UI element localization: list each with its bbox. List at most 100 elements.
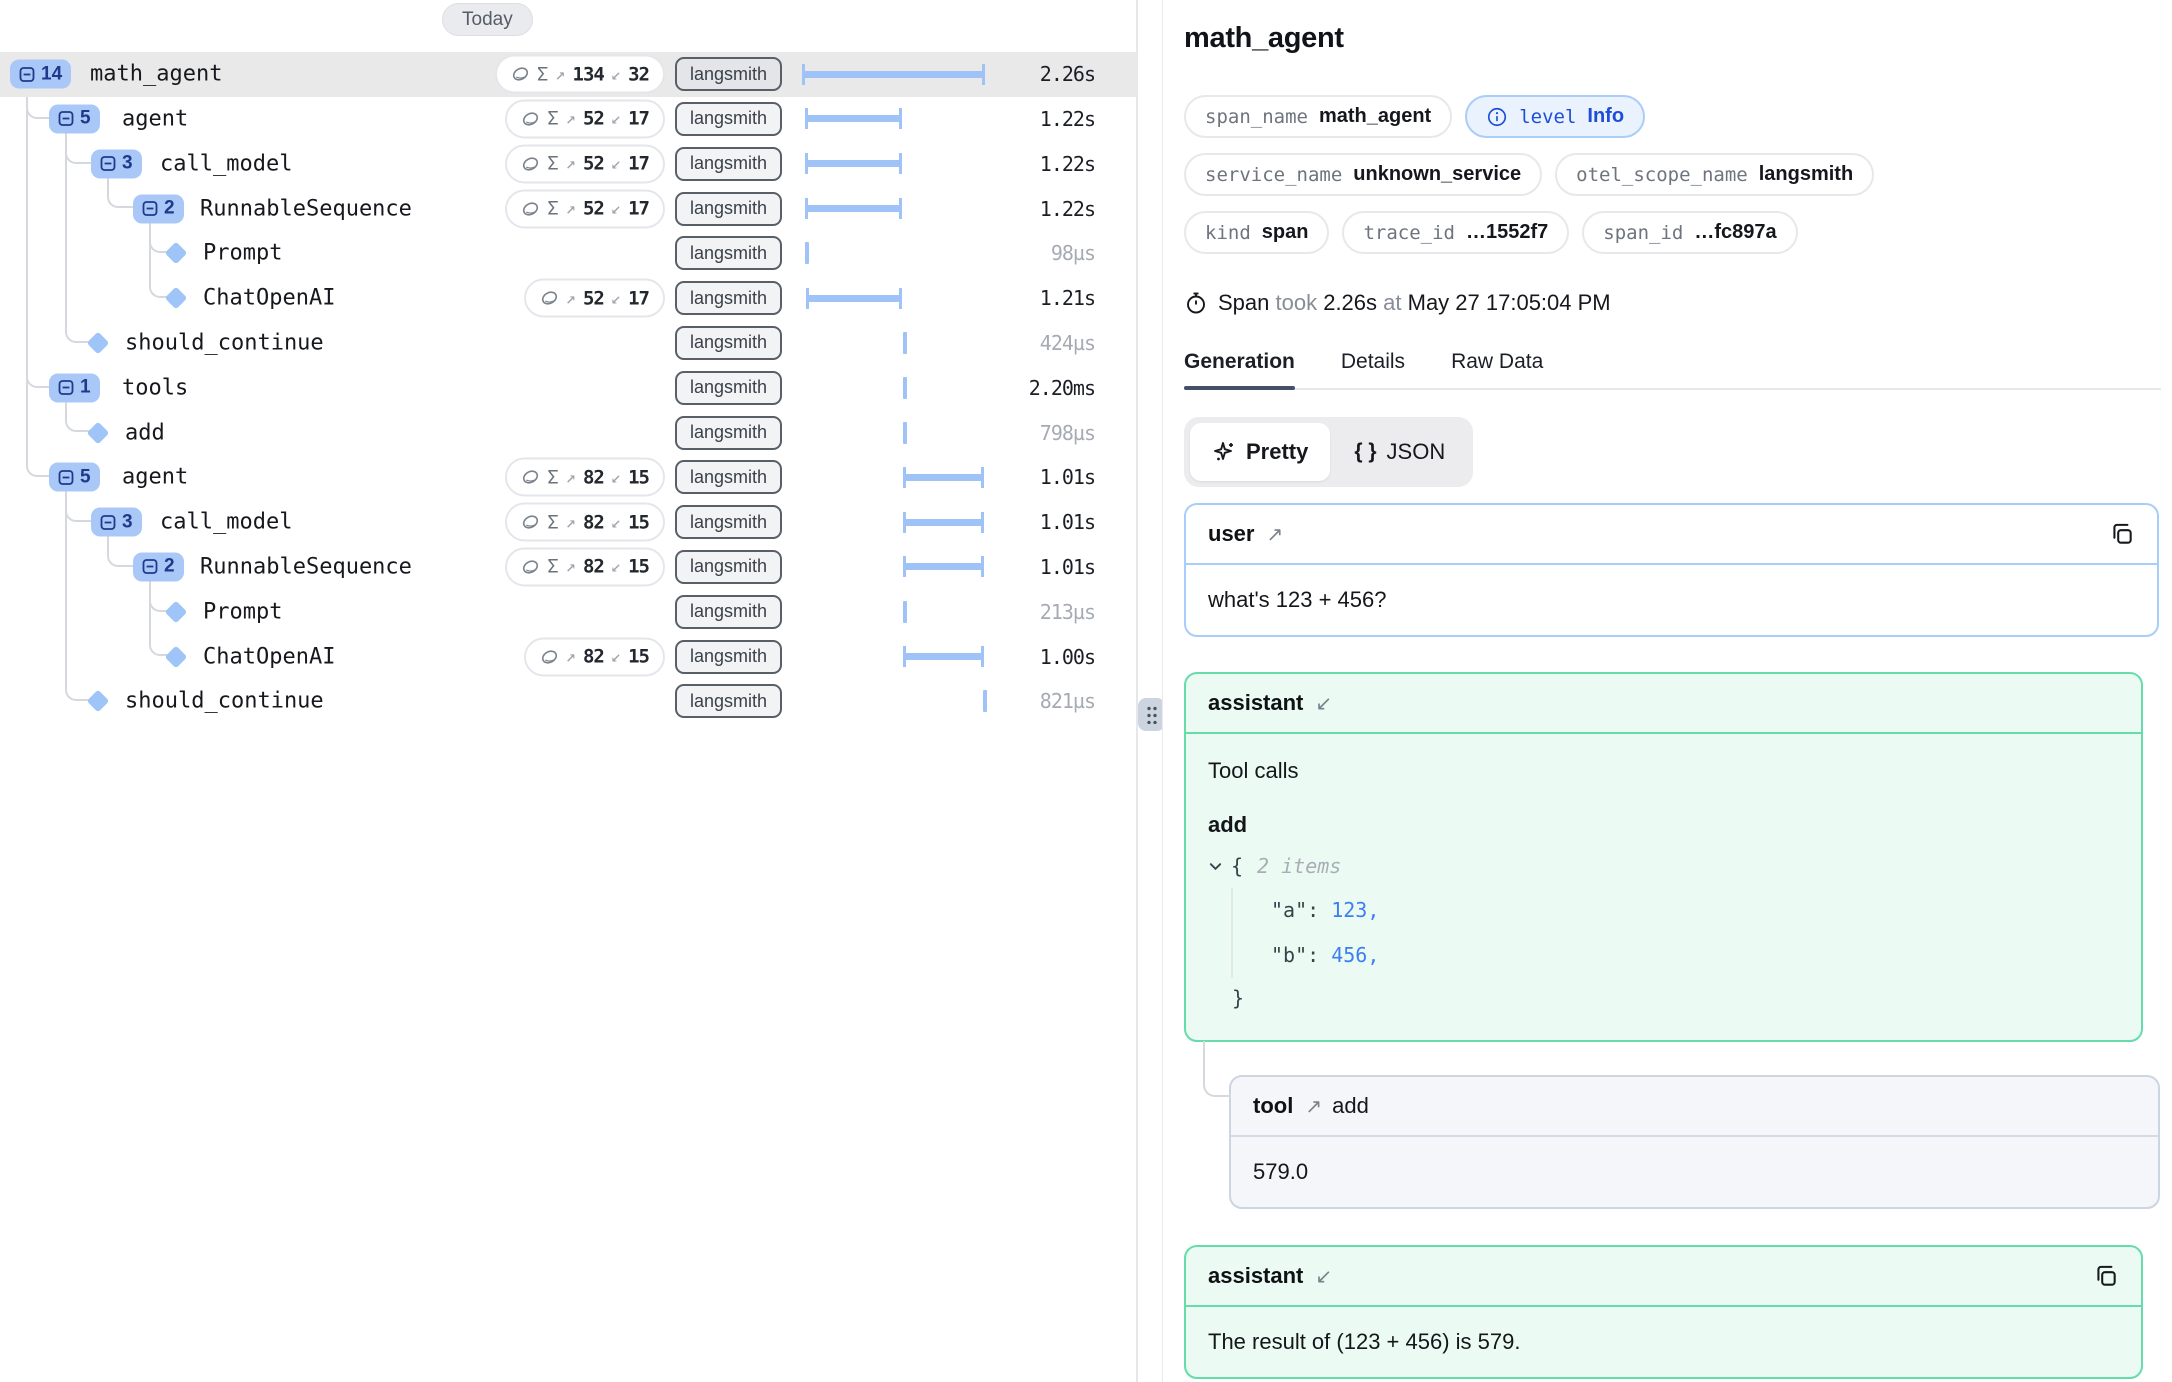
- collapse-count-pill[interactable]: 3: [91, 149, 142, 178]
- langsmith-tag-badge[interactable]: langsmith: [675, 460, 782, 494]
- waterfall-bar: [806, 295, 902, 302]
- tool-args-json-viewer: 2 items a123 b456: [1208, 854, 2119, 1018]
- inbound-arrow-icon: ↙: [1315, 691, 1332, 716]
- span-name-label: call_model: [160, 151, 292, 176]
- collapse-count-pill[interactable]: 2: [133, 552, 184, 581]
- collapse-square-minus-icon: [58, 469, 74, 485]
- langsmith-tag-badge[interactable]: langsmith: [675, 281, 782, 315]
- token-count-badge: Σ ↗ 82 ↙ 15: [505, 458, 665, 497]
- duration-label: 424µs: [1040, 331, 1095, 355]
- langsmith-tag-badge[interactable]: langsmith: [675, 57, 782, 91]
- trace-span-row[interactable]: ChatOpenAI ↗ 82 ↙ 15 langsmith 1.00s: [0, 634, 1137, 679]
- tag-value: span: [1262, 221, 1309, 244]
- leaf-diamond-icon: [165, 287, 188, 310]
- tab-details[interactable]: Details: [1341, 350, 1405, 388]
- duration-label: 821µs: [1040, 689, 1095, 713]
- tag-key: span_name: [1205, 106, 1308, 128]
- trace-span-row[interactable]: 2 RunnableSequence Σ ↗ 82 ↙ 15 langsmith…: [0, 544, 1137, 589]
- span-name-label: tools: [122, 375, 188, 400]
- assistant-toolcall-card: assistant ↙ Tool calls add 2 items: [1184, 672, 2143, 1042]
- date-chip[interactable]: Today: [442, 3, 533, 36]
- trace-span-row[interactable]: 3 call_model Σ ↗ 82 ↙ 15 langsmith 1.01s: [0, 500, 1137, 545]
- coin-icon: [540, 289, 559, 308]
- trace-span-row[interactable]: 1 tools langsmith 2.20ms: [0, 365, 1137, 410]
- user-message-body: what's 123 + 456?: [1186, 565, 2157, 635]
- span-name-label: RunnableSequence: [200, 196, 412, 221]
- output-tokens-arrow-icon: ↙: [611, 647, 621, 667]
- langsmith-tag-badge[interactable]: langsmith: [675, 147, 782, 181]
- view-mode-json[interactable]: { }JSON: [1332, 423, 1467, 481]
- input-tokens-count: 52: [583, 153, 604, 175]
- trace-span-row[interactable]: 5 agent Σ ↗ 82 ↙ 15 langsmith 1.01s: [0, 455, 1137, 500]
- output-tokens-count: 17: [628, 153, 649, 175]
- span-name-label: should_continue: [125, 330, 324, 355]
- langsmith-tag-badge[interactable]: langsmith: [675, 505, 782, 539]
- duration-label: 1.22s: [1040, 107, 1095, 131]
- tab-generation[interactable]: Generation: [1184, 350, 1295, 388]
- langsmith-tag-badge[interactable]: langsmith: [675, 102, 782, 136]
- copy-button[interactable]: [2109, 521, 2135, 547]
- inbound-arrow-icon: ↙: [1315, 1264, 1332, 1289]
- collapse-count-pill[interactable]: 2: [133, 194, 184, 223]
- collapse-count-pill[interactable]: 1: [49, 373, 100, 402]
- coin-icon: [540, 647, 559, 666]
- json-root-line[interactable]: 2 items: [1208, 854, 2119, 878]
- span-name-label: ChatOpenAI: [203, 286, 335, 311]
- collapse-square-minus-icon: [58, 380, 74, 396]
- child-count-label: 5: [80, 466, 91, 488]
- langsmith-trace-view: Today 14 math_agent Σ ↗ 134 ↙ 32 langsmi…: [0, 0, 2172, 1382]
- child-count-label: 1: [80, 377, 91, 399]
- trace-span-row[interactable]: 2 RunnableSequence Σ ↗ 52 ↙ 17 langsmith…: [0, 186, 1137, 231]
- duration-label: 1.01s: [1040, 555, 1095, 579]
- view-mode-pretty[interactable]: Pretty: [1190, 423, 1330, 481]
- tag-value: …fc897a: [1694, 221, 1776, 244]
- tab-raw-data[interactable]: Raw Data: [1451, 350, 1543, 388]
- tag-key: service_name: [1205, 164, 1342, 186]
- coin-icon: [521, 513, 540, 532]
- trace-span-row[interactable]: should_continue langsmith 821µs: [0, 679, 1137, 724]
- metadata-tag-pill: span_id…fc897a: [1582, 211, 1797, 254]
- collapse-count-pill[interactable]: 5: [49, 463, 100, 492]
- langsmith-tag-badge[interactable]: langsmith: [675, 595, 782, 629]
- trace-span-row[interactable]: Prompt langsmith 98µs: [0, 231, 1137, 276]
- collapse-square-minus-icon: [100, 514, 116, 530]
- span-name-label: math_agent: [90, 62, 222, 87]
- trace-span-row[interactable]: 5 agent Σ ↗ 52 ↙ 17 langsmith 1.22s: [0, 96, 1137, 141]
- tag-value: math_agent: [1319, 105, 1431, 128]
- trace-span-row[interactable]: 14 math_agent Σ ↗ 134 ↙ 32 langsmith 2.2…: [0, 52, 1137, 97]
- waterfall-bar: [903, 377, 907, 399]
- token-count-badge: Σ ↗ 52 ↙ 17: [505, 144, 665, 183]
- waterfall-bar: [903, 474, 984, 481]
- collapse-count-pill[interactable]: 3: [91, 508, 142, 537]
- tool-name-label: add: [1332, 1093, 1369, 1119]
- langsmith-tag-badge[interactable]: langsmith: [675, 416, 782, 450]
- tool-message-body: 579.0: [1231, 1137, 2158, 1207]
- collapse-count-pill[interactable]: 14: [10, 60, 71, 89]
- leaf-diamond-icon: [87, 332, 110, 355]
- trace-span-row[interactable]: should_continue langsmith 424µs: [0, 320, 1137, 365]
- duration-text-part: Span: [1218, 290, 1269, 315]
- role-label: user: [1208, 521, 1254, 547]
- toolcall-connector-line: [1203, 1041, 1231, 1097]
- panel-resize-handle[interactable]: [1138, 698, 1165, 731]
- trace-span-row[interactable]: 3 call_model Σ ↗ 52 ↙ 17 langsmith 1.22s: [0, 141, 1137, 186]
- trace-span-row[interactable]: ChatOpenAI ↗ 52 ↙ 17 langsmith 1.21s: [0, 276, 1137, 321]
- metadata-tag-pill: trace_id…1552f7: [1342, 211, 1569, 254]
- view-mode-label: JSON: [1387, 439, 1446, 465]
- langsmith-tag-badge[interactable]: langsmith: [675, 371, 782, 405]
- duration-label: 1.01s: [1040, 465, 1095, 489]
- user-message-card: user ↗ what's 123 + 456?: [1184, 503, 2159, 637]
- langsmith-tag-badge[interactable]: langsmith: [675, 192, 782, 226]
- copy-button[interactable]: [2093, 1263, 2119, 1289]
- copy-icon: [2093, 1263, 2119, 1289]
- metadata-tag-pill: service_nameunknown_service: [1184, 153, 1542, 196]
- langsmith-tag-badge[interactable]: langsmith: [675, 684, 782, 718]
- trace-span-row[interactable]: Prompt langsmith 213µs: [0, 589, 1137, 634]
- collapse-count-pill[interactable]: 5: [49, 104, 100, 133]
- langsmith-tag-badge[interactable]: langsmith: [675, 550, 782, 584]
- trace-span-row[interactable]: add langsmith 798µs: [0, 410, 1137, 455]
- langsmith-tag-badge[interactable]: langsmith: [675, 640, 782, 674]
- token-count-badge: ↗ 82 ↙ 15: [524, 637, 665, 676]
- langsmith-tag-badge[interactable]: langsmith: [675, 326, 782, 360]
- langsmith-tag-badge[interactable]: langsmith: [675, 236, 782, 270]
